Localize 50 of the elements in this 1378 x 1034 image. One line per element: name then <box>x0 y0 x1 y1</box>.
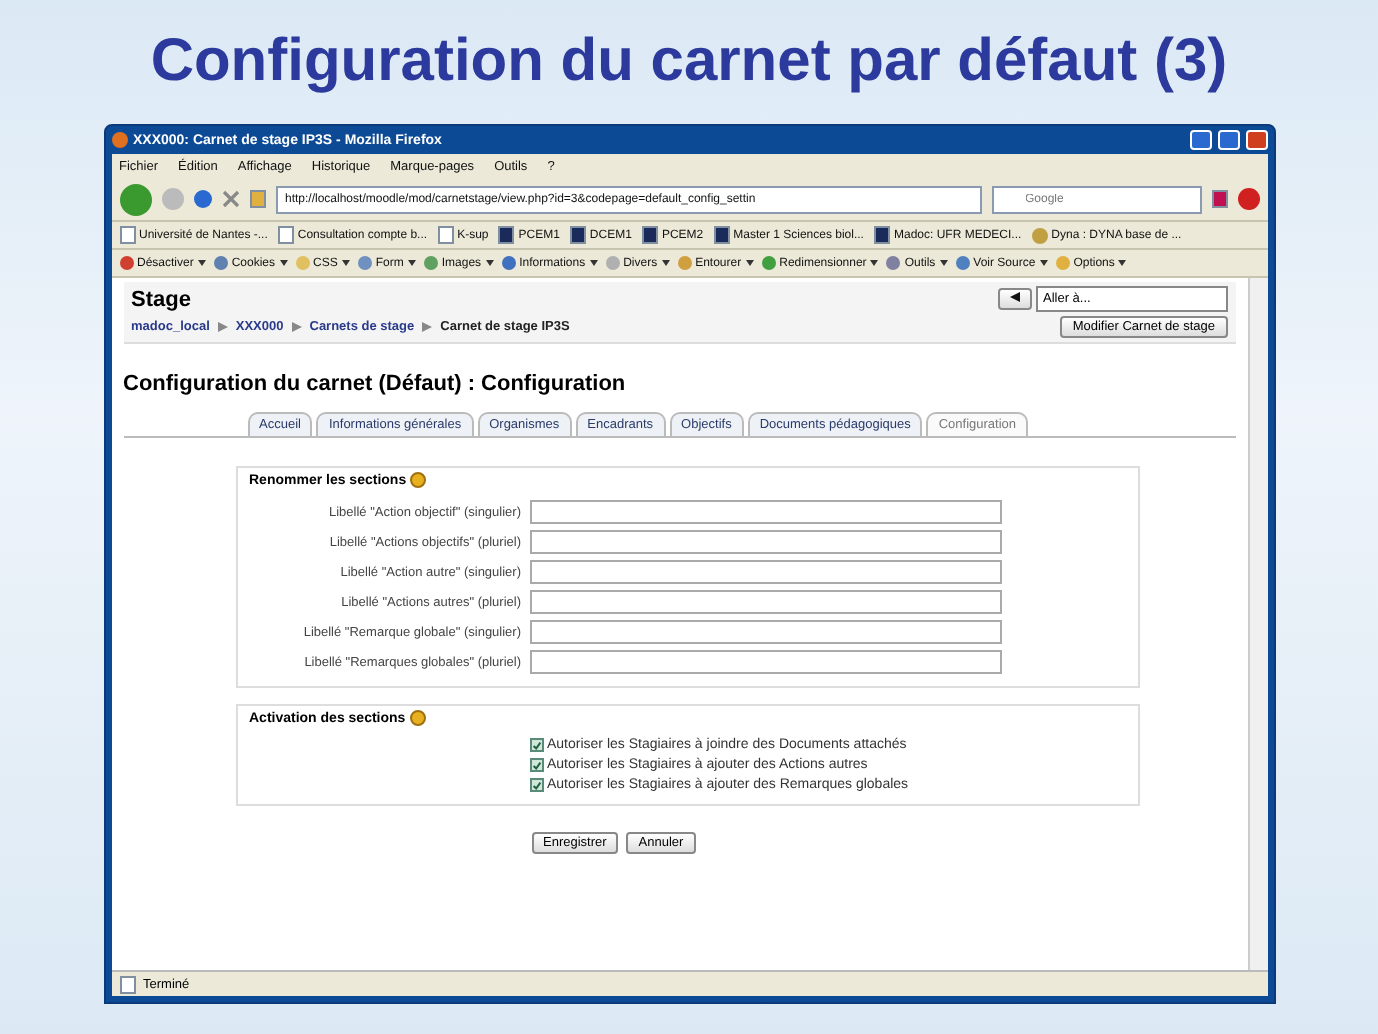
input-field[interactable] <box>529 650 1001 674</box>
caret-icon <box>870 260 879 266</box>
caret-icon <box>341 260 350 266</box>
page-title: Configuration du carnet (Défaut) : Configuration <box>123 372 628 396</box>
toolbar-icon[interactable] <box>761 256 776 270</box>
checkbox[interactable] <box>529 758 543 772</box>
toolbar-icon[interactable] <box>119 256 133 270</box>
help-icon[interactable] <box>409 710 426 726</box>
caret-icon <box>279 260 288 266</box>
caret-icon <box>939 260 948 266</box>
toolbar-icon[interactable] <box>677 256 692 270</box>
input-field[interactable] <box>529 590 1001 614</box>
left-arrow-icon <box>1009 292 1019 302</box>
toolbar-icon[interactable] <box>423 256 438 270</box>
input-field[interactable] <box>529 530 1001 554</box>
breadcrumb-separator <box>217 322 228 332</box>
checkbox[interactable] <box>529 738 543 752</box>
caret-icon <box>745 260 754 266</box>
input-field[interactable] <box>529 620 1001 644</box>
toolbar-icon[interactable] <box>501 256 516 270</box>
caret-icon <box>407 260 416 266</box>
breadcrumb-separator <box>422 322 433 332</box>
caret-icon <box>589 260 598 266</box>
close-button[interactable] <box>1245 130 1267 150</box>
caret-icon <box>197 260 206 266</box>
maximize-button[interactable] <box>1217 130 1239 150</box>
breadcrumb-separator <box>291 322 302 332</box>
slide-title: Configuration du carnet par défaut (3) <box>150 28 1228 96</box>
caret-icon <box>1118 260 1127 266</box>
input-field[interactable] <box>529 560 1001 584</box>
toolbar-icon[interactable] <box>955 256 970 270</box>
help-icon[interactable] <box>410 472 427 488</box>
toolbar-icon[interactable] <box>886 256 901 270</box>
minimize-button[interactable] <box>1189 130 1211 150</box>
caret-icon <box>661 260 670 266</box>
stop-icon[interactable] <box>221 190 239 208</box>
previous-button[interactable] <box>997 288 1031 310</box>
forward-button[interactable] <box>161 188 183 210</box>
input-field[interactable] <box>529 500 1001 524</box>
status-icon <box>119 975 135 993</box>
caret-icon <box>1039 260 1048 266</box>
toolbar-icon[interactable] <box>213 256 228 270</box>
scrollbar[interactable] <box>1247 278 1267 970</box>
caret-icon <box>485 260 494 266</box>
toolbar-icon[interactable] <box>1055 256 1070 270</box>
back-button[interactable] <box>119 183 151 215</box>
toolbar-icon[interactable] <box>605 256 620 270</box>
checkbox[interactable] <box>529 778 543 792</box>
page-heading: Stage <box>131 287 191 311</box>
toolbar-icon[interactable] <box>357 256 372 270</box>
